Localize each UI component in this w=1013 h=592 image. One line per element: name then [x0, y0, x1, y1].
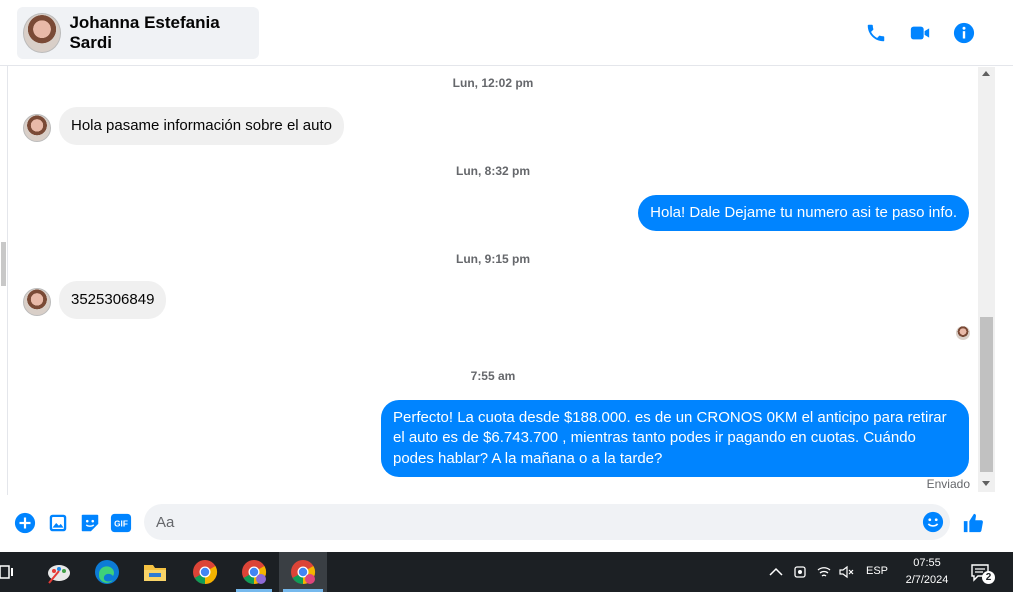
- chrome-icon[interactable]: [191, 558, 219, 586]
- info-icon[interactable]: [953, 22, 975, 44]
- edge-icon[interactable]: [93, 558, 121, 586]
- gif-label: GIF: [114, 520, 128, 529]
- wifi-icon[interactable]: [816, 564, 832, 580]
- task-view-icon[interactable]: [0, 558, 18, 586]
- video-icon[interactable]: [909, 22, 931, 44]
- message-input-container: [144, 504, 950, 540]
- chrome-active-icon[interactable]: [289, 558, 317, 586]
- messenger-window: Johanna Estefania Sardi Lun, 12:02 pm Ho…: [0, 0, 1013, 552]
- volume-muted-icon[interactable]: [838, 564, 854, 580]
- scroll-thumb[interactable]: [980, 317, 993, 472]
- contact-info-button[interactable]: Johanna Estefania Sardi: [17, 7, 259, 59]
- contact-avatar-small: [23, 288, 51, 316]
- gallery-icon[interactable]: [47, 512, 69, 534]
- incoming-message[interactable]: Hola pasame información sobre el auto: [59, 107, 344, 146]
- chevron-up-icon[interactable]: [768, 564, 784, 580]
- timestamp: 7:55 am: [470, 369, 516, 383]
- contact-avatar: [23, 13, 62, 53]
- language-indicator[interactable]: ESP: [862, 565, 892, 577]
- sent-status: Enviado: [926, 477, 970, 491]
- file-explorer-icon[interactable]: [141, 558, 169, 586]
- contact-avatar-small: [23, 114, 51, 142]
- phone-icon[interactable]: [865, 22, 887, 44]
- windows-taskbar: ESP 07:55 2/7/2024 2: [0, 552, 1013, 592]
- message-list: Lun, 12:02 pm Hola pasame información so…: [8, 67, 978, 495]
- timestamp: Lun, 9:15 pm: [455, 252, 530, 266]
- clock-time[interactable]: 07:55: [897, 557, 957, 569]
- scroll-down-arrow[interactable]: [982, 481, 990, 486]
- gif-icon[interactable]: GIF: [110, 512, 132, 534]
- plus-icon[interactable]: [14, 512, 36, 534]
- composer: GIF: [0, 495, 1013, 552]
- meet-now-icon[interactable]: [792, 564, 808, 580]
- sticker-icon[interactable]: [79, 512, 101, 534]
- like-icon[interactable]: [962, 512, 984, 534]
- seen-avatar: [956, 326, 970, 340]
- scroll-up-arrow[interactable]: [982, 71, 990, 76]
- outgoing-message[interactable]: Hola! Dale Dejame tu numero asi te paso …: [638, 195, 969, 232]
- emoji-icon[interactable]: [922, 511, 944, 533]
- contact-name: Johanna Estefania Sardi: [69, 13, 220, 52]
- incoming-message[interactable]: 3525306849: [59, 281, 167, 320]
- outgoing-message[interactable]: Perfecto! La cuota desde $188.000. es de…: [381, 400, 969, 477]
- page-scrollbar[interactable]: [995, 66, 1013, 552]
- conversation-header: Johanna Estefania Sardi: [0, 0, 1013, 66]
- left-scroll-thumb[interactable]: [1, 242, 6, 286]
- message-scrollbar[interactable]: [978, 67, 995, 492]
- notification-count-badge: 2: [982, 571, 995, 584]
- paint-icon[interactable]: [45, 558, 73, 586]
- timestamp: Lun, 8:32 pm: [455, 164, 530, 178]
- message-input[interactable]: [144, 504, 904, 540]
- clock-date[interactable]: 2/7/2024: [897, 574, 957, 586]
- left-scroll-edge: [0, 66, 8, 506]
- timestamp: Lun, 12:02 pm: [452, 76, 534, 90]
- chrome-profile-icon[interactable]: [240, 558, 268, 586]
